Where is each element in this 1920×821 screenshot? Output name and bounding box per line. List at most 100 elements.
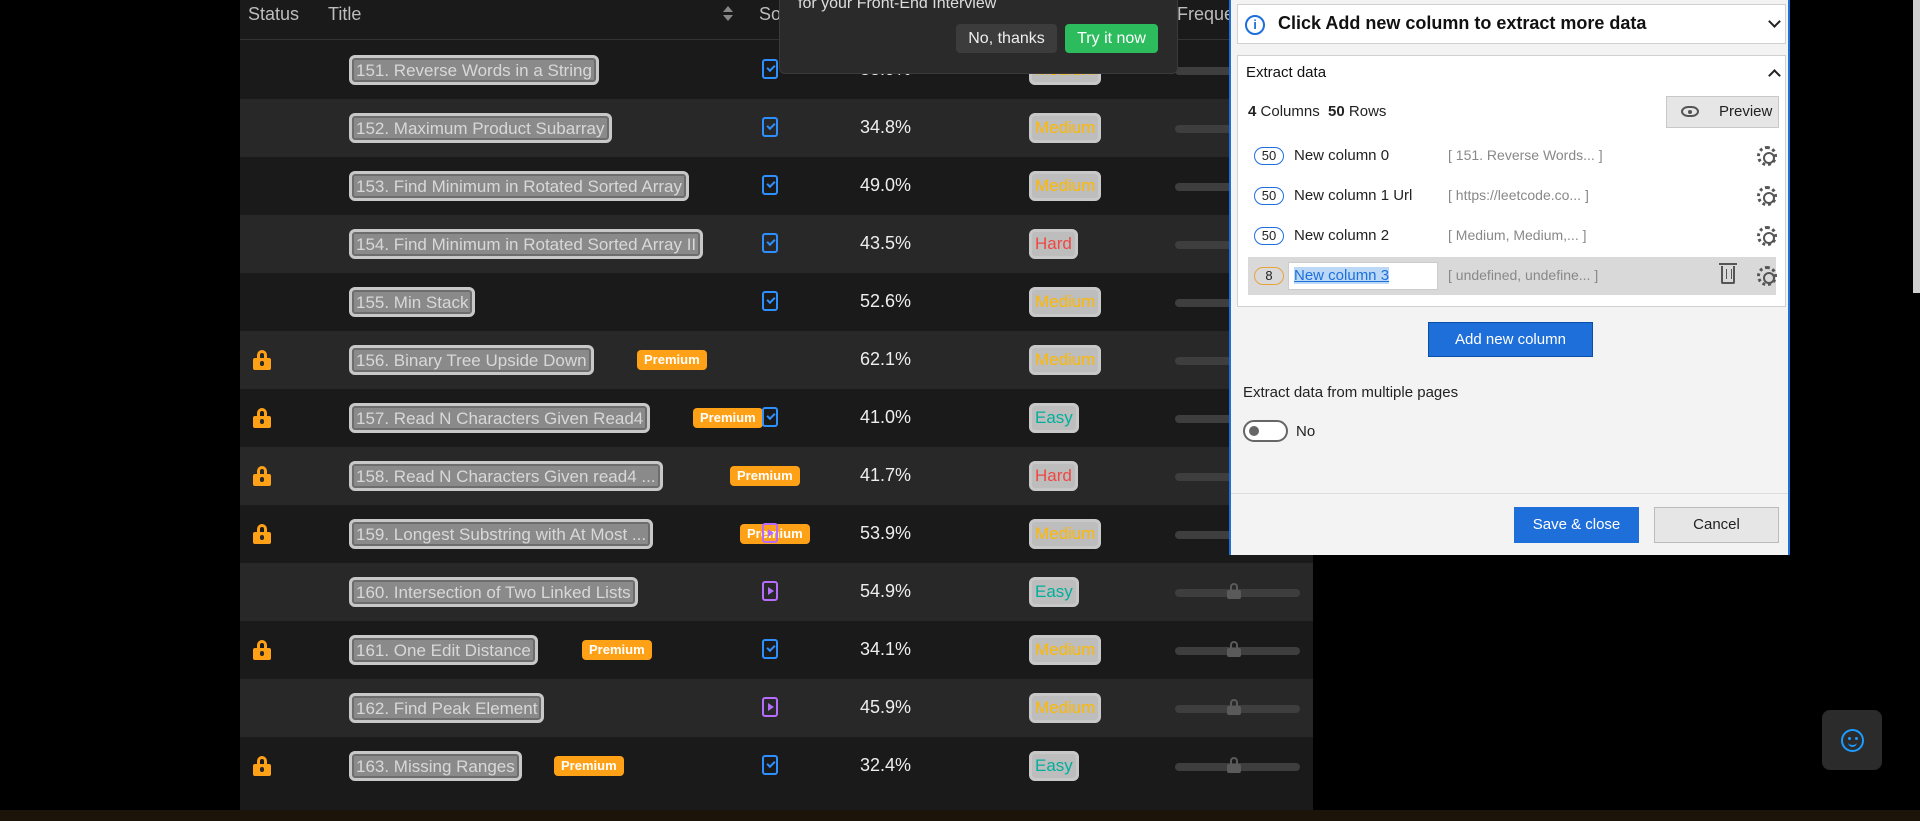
column-count-badge: 50 [1254, 147, 1284, 165]
lock-icon [1227, 641, 1241, 657]
difficulty-label: Medium [1029, 345, 1102, 375]
problem-title-link[interactable]: 160. Intersection of Two Linked Lists [349, 577, 638, 607]
table-row[interactable]: 159. Longest Substring with At Most ... P… [240, 505, 1313, 563]
column-count-badge: 50 [1254, 227, 1284, 245]
problem-title-link[interactable]: 151. Reverse Words in a String [349, 55, 599, 85]
problem-title-link[interactable]: 162. Find Peak Element [349, 693, 545, 723]
cancel-button[interactable]: Cancel [1654, 507, 1779, 543]
title-header[interactable]: Title [328, 4, 361, 25]
gear-icon[interactable] [1757, 146, 1777, 166]
column-name[interactable]: New column 2 [1294, 227, 1389, 244]
lock-icon [1227, 699, 1241, 715]
difficulty-label: Medium [1029, 171, 1102, 201]
solution-icon[interactable] [762, 291, 778, 311]
preview-label: Preview [1719, 103, 1773, 120]
column-preview: [ 151. Reverse Words... ] [1448, 147, 1603, 163]
gear-icon[interactable] [1757, 186, 1777, 206]
columns-count: 4 [1248, 103, 1257, 120]
columns-word: Columns [1260, 103, 1320, 120]
chevron-up-icon[interactable] [1768, 69, 1781, 82]
difficulty-label: Medium [1029, 635, 1102, 665]
solution-icon[interactable] [762, 117, 778, 137]
problem-title-link[interactable]: 161. One Edit Distance [349, 635, 538, 665]
difficulty-label: Hard [1029, 229, 1078, 259]
lock-icon [1227, 757, 1241, 773]
column-preview: [ Medium, Medium,... ] [1448, 227, 1587, 243]
problem-title-link[interactable]: 157. Read N Characters Given Read4 [349, 403, 651, 433]
column-row[interactable]: 50 New column 2 [ Medium, Medium,... ] [1248, 217, 1777, 255]
acceptance-rate: 53.9% [860, 523, 912, 543]
tip-bar[interactable]: i Click Add new column to extract more d… [1237, 4, 1786, 44]
solution-icon[interactable] [762, 755, 778, 775]
table-row[interactable]: 157. Read N Characters Given Read4 Premiu… [240, 389, 1313, 447]
acceptance-rate: 54.9% [860, 581, 912, 601]
lock-icon [1227, 583, 1241, 599]
trash-icon[interactable] [1719, 263, 1737, 284]
column-row[interactable]: 50 New column 1 Url [ https://leetcode.c… [1248, 177, 1777, 215]
problem-title-link[interactable]: 152. Maximum Product Subarray [349, 113, 612, 143]
lock-icon [253, 524, 271, 544]
difficulty-label: Easy [1029, 577, 1079, 607]
toggle-state-label: No [1296, 423, 1316, 440]
video-solution-icon[interactable] [762, 697, 778, 717]
problem-title-link[interactable]: 154. Find Minimum in Rotated Sorted Arra… [349, 229, 704, 259]
difficulty-label: Medium [1029, 287, 1102, 317]
premium-badge: Premium [730, 466, 800, 486]
video-solution-icon[interactable] [762, 523, 778, 543]
solution-icon[interactable] [762, 175, 778, 195]
table-row[interactable]: 163. Missing Ranges Premium 32.4% Easy [240, 737, 1313, 795]
page-scrollbar[interactable] [1913, 0, 1920, 293]
table-row[interactable]: 155. Min Stack 52.6% Medium [240, 273, 1313, 331]
smiley-chat-icon [1841, 729, 1864, 752]
problem-title-link[interactable]: 163. Missing Ranges [349, 751, 522, 781]
save-close-button[interactable]: Save & close [1514, 507, 1639, 543]
problem-title-link[interactable]: 159. Longest Substring with At Most ... [349, 519, 654, 549]
acceptance-rate: 62.1% [860, 349, 912, 369]
video-solution-icon[interactable] [762, 581, 778, 601]
problem-title-link[interactable]: 156. Binary Tree Upside Down [349, 345, 594, 375]
solution-icon[interactable] [762, 59, 778, 79]
status-header[interactable]: Status [248, 4, 299, 25]
acceptance-rate: 52.6% [860, 291, 912, 311]
gear-icon[interactable] [1757, 266, 1777, 286]
table-row[interactable]: 156. Binary Tree Upside Down Premium 62.1%… [240, 331, 1313, 389]
table-row[interactable]: 161. One Edit Distance Premium 34.1% Medium [240, 621, 1313, 679]
table-row[interactable]: 154. Find Minimum in Rotated Sorted Arra… [240, 215, 1313, 273]
problem-title-link[interactable]: 153. Find Minimum in Rotated Sorted Arra… [349, 171, 689, 201]
extract-data-panel: i Click Add new column to extract more d… [1229, 0, 1790, 555]
no-thanks-button[interactable]: No, thanks [956, 24, 1057, 53]
table-row[interactable]: 152. Maximum Product Subarray 34.8% Medium [240, 99, 1313, 157]
acceptance-rate: 34.1% [860, 639, 912, 659]
solution-icon[interactable] [762, 639, 778, 659]
column-preview: [ undefined, undefine... ] [1448, 267, 1599, 283]
column-name[interactable]: New column 0 [1294, 147, 1389, 164]
try-it-now-button[interactable]: Try it now [1065, 24, 1158, 53]
chevron-down-icon[interactable] [1768, 15, 1781, 28]
column-row[interactable]: 50 New column 0 [ 151. Reverse Words... … [1248, 137, 1777, 175]
preview-button[interactable]: Preview [1666, 96, 1779, 128]
column-name-input[interactable]: New column 3 [1288, 262, 1438, 290]
table-row[interactable]: 158. Read N Characters Given read4 ... Pr… [240, 447, 1313, 505]
table-row[interactable]: 153. Find Minimum in Rotated Sorted Arra… [240, 157, 1313, 215]
table-row[interactable]: 160. Intersection of Two Linked Lists 54.… [240, 563, 1313, 621]
add-new-column-button[interactable]: Add new column [1428, 322, 1593, 357]
extract-section-header[interactable]: Extract data [1237, 55, 1786, 89]
gear-icon[interactable] [1757, 226, 1777, 246]
problem-title-link[interactable]: 158. Read N Characters Given read4 ... [349, 461, 663, 491]
feedback-button[interactable] [1822, 710, 1882, 770]
column-row-active[interactable]: 8 New column 3 [ undefined, undefine... … [1248, 257, 1777, 295]
lock-icon [253, 466, 271, 486]
sort-icon[interactable] [723, 6, 733, 22]
solution-icon[interactable] [762, 407, 778, 427]
problem-title-link[interactable]: 155. Min Stack [349, 287, 476, 317]
solution-icon[interactable] [762, 233, 778, 253]
premium-badge: Premium [582, 640, 652, 660]
table-row[interactable]: 162. Find Peak Element 45.9% Medium [240, 679, 1313, 737]
problem-table: Status Title So Freque 151. Reverse Word… [240, 0, 1313, 810]
multi-pages-toggle[interactable] [1243, 420, 1288, 442]
bottom-strip [0, 810, 1920, 821]
frequency-header[interactable]: Freque [1177, 4, 1234, 25]
column-name[interactable]: New column 1 Url [1294, 187, 1412, 204]
tip-text: Click Add new column to extract more dat… [1278, 13, 1647, 33]
solution-header[interactable]: So [759, 4, 781, 25]
